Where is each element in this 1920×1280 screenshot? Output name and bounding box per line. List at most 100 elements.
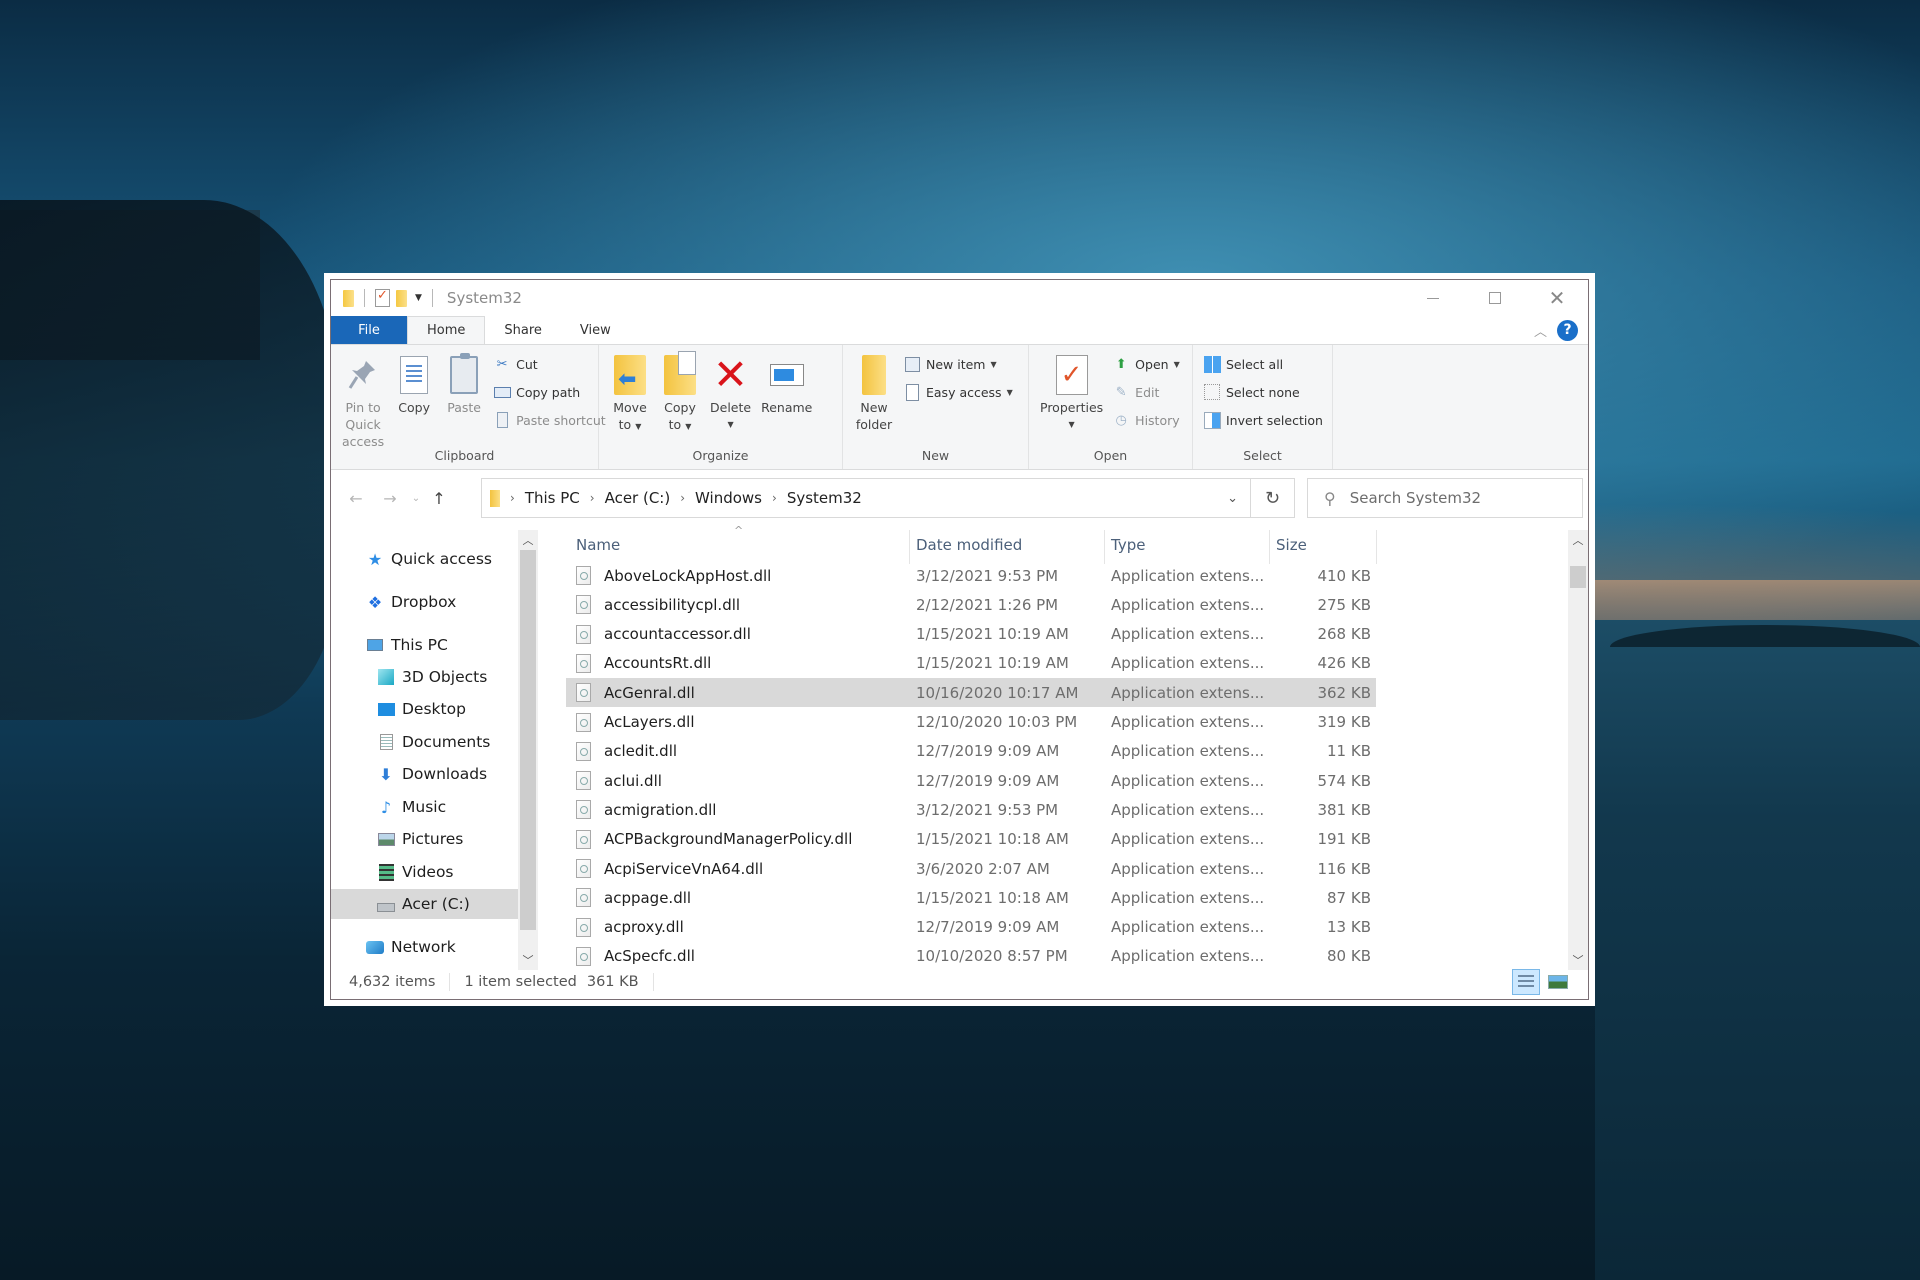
tab-view[interactable]: View	[561, 316, 630, 344]
breadcrumb-this-pc[interactable]: This PC	[525, 489, 580, 507]
large-icons-view-button[interactable]	[1544, 969, 1572, 995]
file-list-scrollbar[interactable]: ︿ ﹀	[1568, 530, 1588, 970]
column-divider[interactable]	[1104, 530, 1105, 564]
file-type: Application extens...	[1111, 683, 1265, 702]
breadcrumb-windows[interactable]: Windows	[695, 489, 762, 507]
address-bar[interactable]: › This PC › Acer (C:) › Windows › System…	[481, 478, 1251, 518]
sidebar-item-downloads[interactable]: ⬇ Downloads	[331, 759, 518, 789]
cube-icon	[376, 667, 396, 687]
file-row[interactable]: acproxy.dll 12/7/2019 9:09 AM Application …	[566, 913, 1376, 942]
search-input[interactable]: ⚲ Search System32	[1307, 478, 1583, 518]
select-none-button[interactable]: Select none	[1203, 381, 1323, 403]
history-button[interactable]: ◷ History	[1112, 409, 1180, 431]
file-row[interactable]: AboveLockAppHost.dll 3/12/2021 9:53 PM App…	[566, 561, 1376, 590]
sidebar-scrollbar[interactable]: ︿ ﹀	[518, 530, 538, 970]
column-header-date[interactable]: Date modified	[916, 530, 1022, 560]
edit-button[interactable]: ✎ Edit	[1112, 381, 1180, 403]
delete-dropdown-icon[interactable]: ▼	[727, 416, 733, 433]
file-row[interactable]: AcpiServiceVnA64.dll 3/6/2020 2:07 AM Appl…	[566, 854, 1376, 883]
column-header-type[interactable]: Type	[1111, 530, 1145, 560]
file-list-scroll-thumb[interactable]	[1570, 566, 1586, 588]
paste-shortcut-button[interactable]: Paste shortcut	[493, 409, 606, 431]
column-divider[interactable]	[1269, 530, 1270, 564]
column-divider[interactable]	[909, 530, 910, 564]
forward-arrow-icon[interactable]: →	[373, 489, 407, 508]
recent-locations-icon[interactable]: ⌄	[407, 493, 425, 504]
tab-share[interactable]: Share	[485, 316, 561, 344]
chevron-right-icon[interactable]: ›	[680, 491, 685, 505]
back-arrow-icon[interactable]: ←	[339, 489, 373, 508]
close-button[interactable]: ✕	[1526, 280, 1588, 316]
up-arrow-icon[interactable]: ↑	[425, 489, 453, 508]
history-label: History	[1135, 412, 1180, 428]
sidebar-item-network[interactable]: Network	[331, 932, 518, 962]
sidebar-item-desktop[interactable]: Desktop	[331, 694, 518, 724]
file-row[interactable]: AccountsRt.dll 1/15/2021 10:19 AM Applicat…	[566, 649, 1376, 678]
easy-access-button[interactable]: Easy access ▼	[903, 381, 1013, 403]
breadcrumb-acer-c[interactable]: Acer (C:)	[605, 489, 671, 507]
chevron-right-icon[interactable]: ›	[772, 491, 777, 505]
minimize-button[interactable]	[1402, 280, 1464, 316]
scroll-up-icon[interactable]: ︿	[518, 532, 538, 548]
easy-access-label: Easy access	[926, 384, 1002, 400]
sidebar-item-dropbox[interactable]: ❖ Dropbox	[331, 587, 518, 617]
refresh-button[interactable]: ↻	[1251, 478, 1295, 518]
dropbox-icon: ❖	[367, 592, 383, 612]
properties-icon[interactable]	[375, 288, 390, 307]
cut-label: Cut	[516, 356, 538, 372]
file-row[interactable]: accountaccessor.dll 1/15/2021 10:19 AM App…	[566, 620, 1376, 649]
select-none-label: Select none	[1226, 384, 1300, 400]
column-header-name[interactable]: Name	[576, 530, 620, 560]
sidebar-item-music[interactable]: ♪ Music	[331, 792, 518, 822]
file-name: AcpiServiceVnA64.dll	[604, 859, 764, 878]
file-date: 3/12/2021 9:53 PM	[916, 566, 1059, 585]
sidebar-item-pictures[interactable]: Pictures	[331, 824, 518, 854]
new-folder-icon[interactable]	[396, 289, 407, 307]
tab-file[interactable]: File	[331, 316, 407, 344]
open-button[interactable]: ⬆ Open ▼	[1112, 353, 1180, 375]
new-item-button[interactable]: New item ▼	[903, 353, 1013, 375]
file-name: AboveLockAppHost.dll	[604, 566, 772, 585]
sidebar-item-this-pc[interactable]: This PC	[331, 630, 518, 660]
file-row[interactable]: acmigration.dll 3/12/2021 9:53 PM Applicat…	[566, 795, 1376, 824]
cut-button[interactable]: ✂ Cut	[493, 353, 606, 375]
file-row[interactable]: aclui.dll 12/7/2019 9:09 AM Application ex…	[566, 766, 1376, 795]
tab-home[interactable]: Home	[407, 316, 486, 344]
sidebar-item-acer-c[interactable]: Acer (C:)	[331, 889, 518, 919]
file-row[interactable]: ACPBackgroundManagerPolicy.dll 1/15/2021 …	[566, 825, 1376, 854]
invert-selection-button[interactable]: Invert selection	[1203, 409, 1323, 431]
chevron-right-icon[interactable]: ›	[510, 491, 515, 505]
breadcrumb-system32[interactable]: System32	[787, 489, 862, 507]
collapse-ribbon-icon[interactable]: ︿	[1534, 321, 1547, 340]
refresh-icon: ↻	[1264, 487, 1281, 509]
copy-label: Copy	[398, 400, 430, 415]
file-explorer-window: ▼ System32 ✕ File Home Share View ︿ ? Pi	[324, 273, 1595, 1006]
documents-icon	[376, 732, 396, 752]
sidebar-item-label: Videos	[402, 863, 454, 881]
column-header-size[interactable]: Size	[1276, 530, 1307, 560]
details-view-button[interactable]	[1512, 969, 1540, 995]
properties-dropdown-icon[interactable]: ▼	[1069, 416, 1075, 433]
chevron-down-icon[interactable]: ⌄	[1227, 491, 1238, 506]
pin-label-line1: Pin to Quick	[345, 400, 381, 432]
column-divider[interactable]	[1376, 530, 1377, 564]
customize-dropdown-icon[interactable]: ▼	[415, 293, 422, 303]
help-icon[interactable]: ?	[1557, 319, 1578, 341]
sidebar-item-quick-access[interactable]: ★ Quick access	[331, 544, 518, 574]
sidebar-item-label: Network	[391, 938, 456, 956]
file-size: 13 KB	[1327, 918, 1371, 937]
file-row[interactable]: accessibilitycpl.dll 2/12/2021 1:26 PM App…	[566, 590, 1376, 619]
sidebar-item-documents[interactable]: Documents	[331, 727, 518, 757]
select-all-button[interactable]: Select all	[1203, 353, 1323, 375]
scroll-up-icon[interactable]: ︿	[1568, 532, 1588, 548]
copy-path-button[interactable]: Copy path	[493, 381, 606, 403]
sidebar-item-3d-objects[interactable]: 3D Objects	[331, 662, 518, 692]
file-row[interactable]: AcGenral.dll 10/16/2020 10:17 AM Applicati…	[566, 678, 1376, 708]
sidebar-item-videos[interactable]: Videos	[331, 857, 518, 887]
file-row[interactable]: AcLayers.dll 12/10/2020 10:03 PM Applicati…	[566, 708, 1376, 737]
file-row[interactable]: acledit.dll 12/7/2019 9:09 AM Application …	[566, 737, 1376, 766]
sidebar-scroll-thumb[interactable]	[520, 550, 536, 930]
maximize-button[interactable]	[1464, 280, 1526, 316]
file-row[interactable]: acppage.dll 1/15/2021 10:18 AM Application…	[566, 883, 1376, 912]
chevron-right-icon[interactable]: ›	[590, 491, 595, 505]
